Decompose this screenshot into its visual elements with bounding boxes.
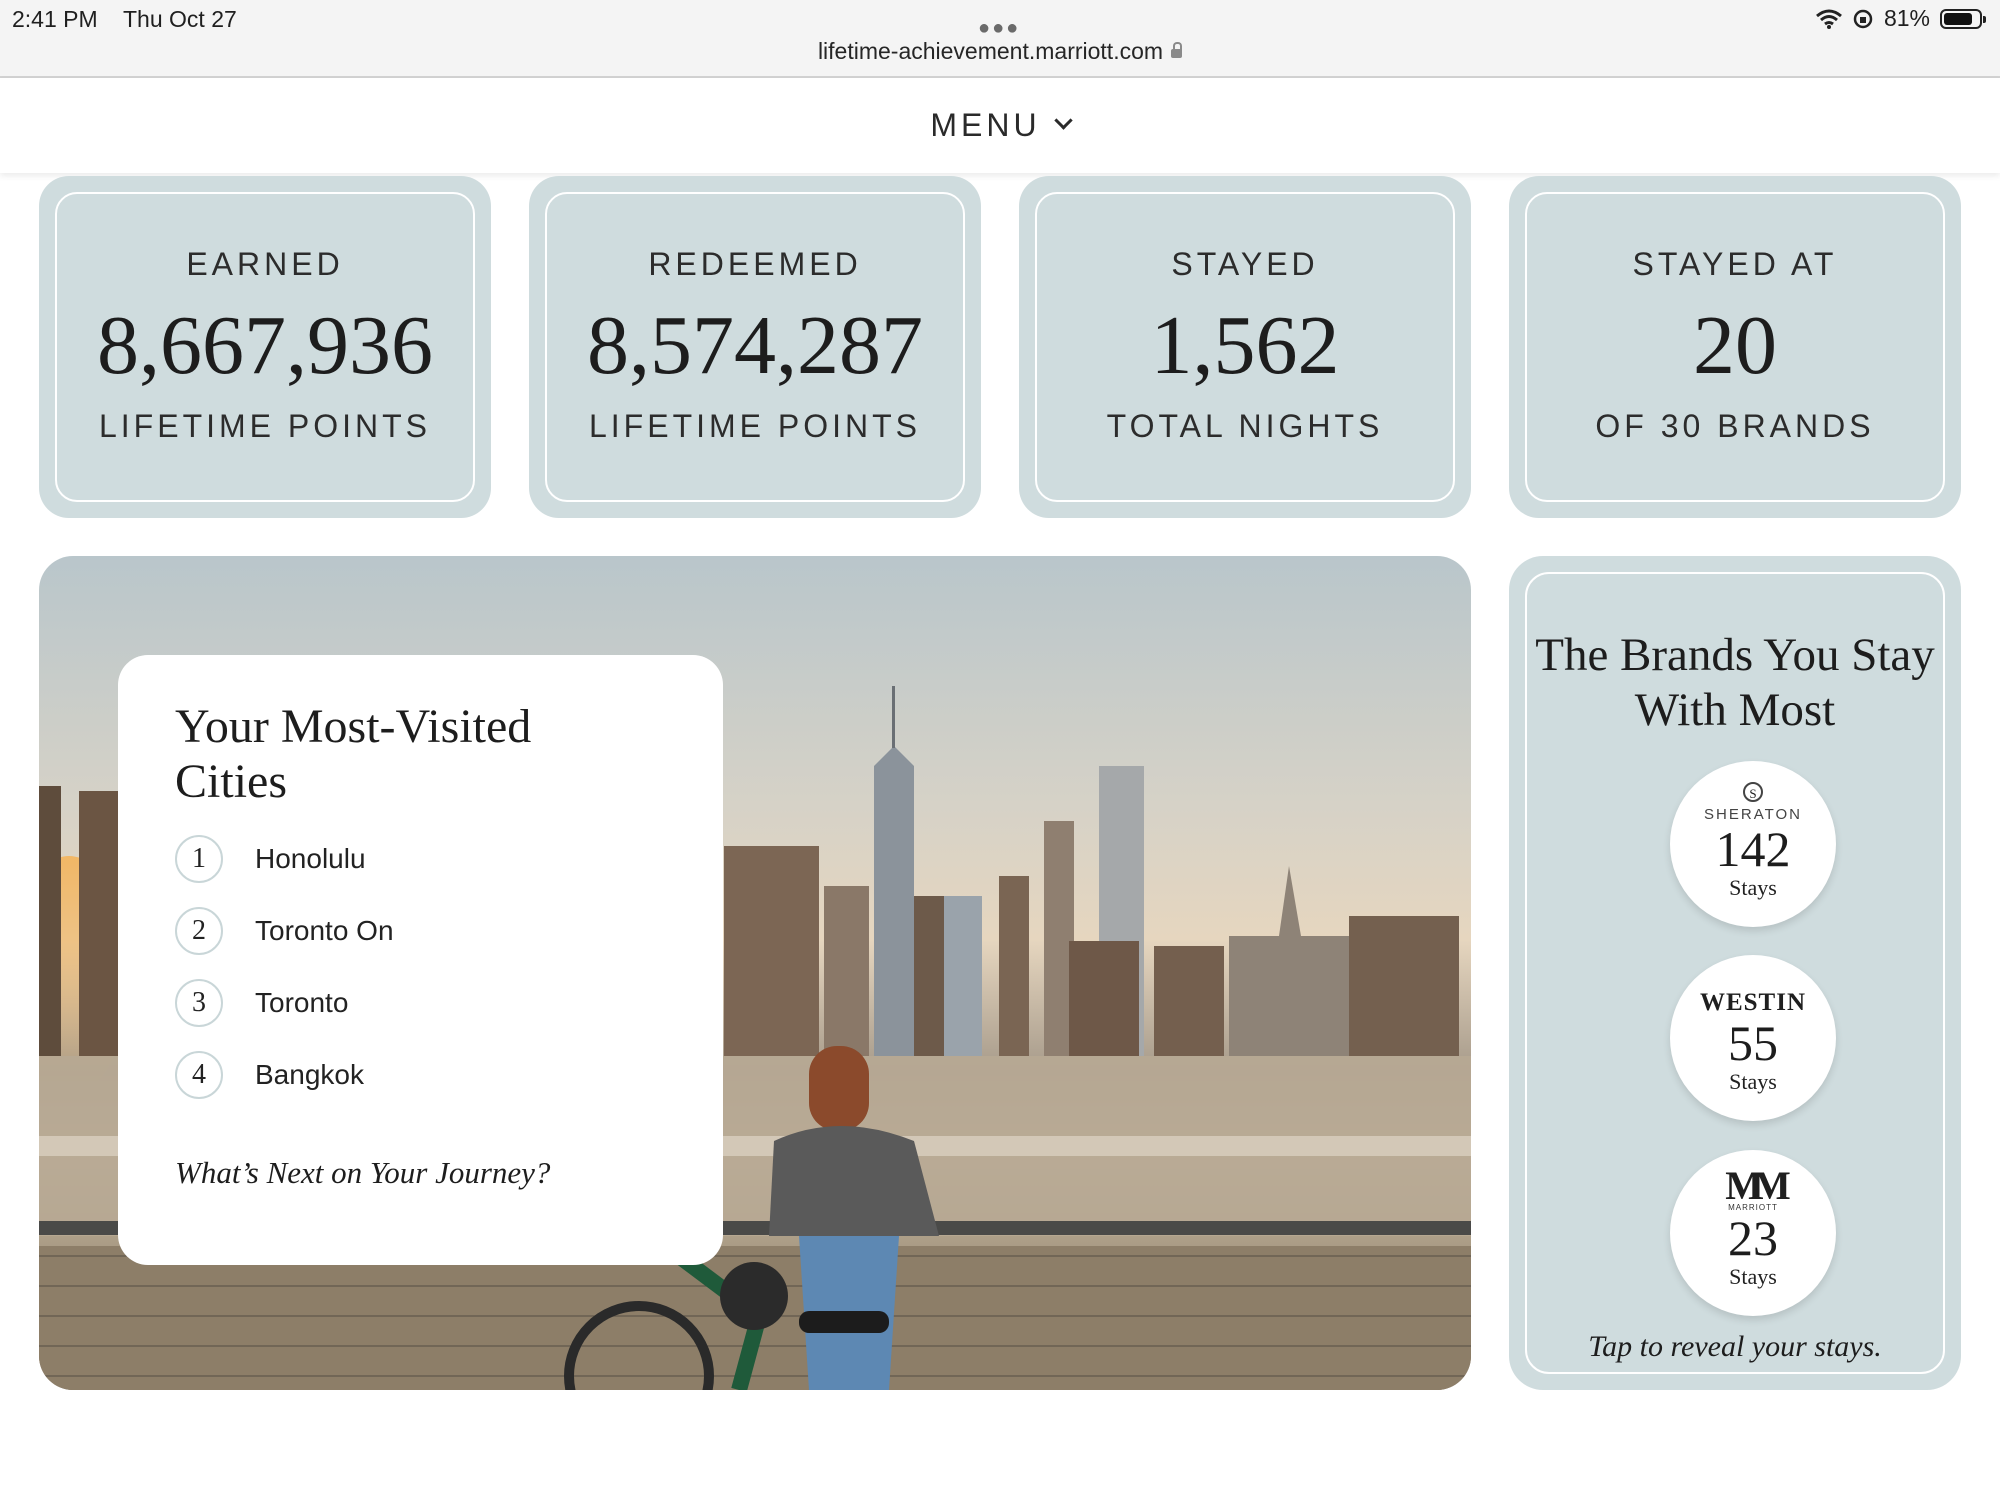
city-rank: 4 <box>175 1051 223 1099</box>
brand-stay-unit: Stays <box>1729 1264 1777 1289</box>
westin-logo: WESTIN <box>1700 981 1806 1017</box>
brand-stay-unit: Stays <box>1729 1069 1777 1094</box>
brand-name: WESTIN <box>1699 989 1807 1016</box>
brand-stay-count: 55 <box>1728 1015 1778 1071</box>
stat-value: 20 <box>1693 299 1777 392</box>
stat-value: 1,562 <box>1150 299 1340 392</box>
sheraton-logo: S SHERATON <box>1704 782 1802 823</box>
stat-card-brands: STAYED AT 20 OF 30 BRANDS <box>1509 176 1961 518</box>
most-visited-cities-card: Your Most-Visited Cities 1 Honolulu 2 To… <box>118 655 723 1265</box>
status-date: Thu Oct 27 <box>123 6 237 32</box>
lock-icon <box>1171 42 1183 58</box>
wifi-icon <box>1815 9 1842 29</box>
stat-label: STAYED AT <box>1632 246 1838 282</box>
brand-badge-marriott[interactable]: MM MARRIOTT 23 Stays <box>1670 1150 1836 1316</box>
marriott-logo: MM MARRIOTT <box>1725 1166 1790 1213</box>
brand-badge-sheraton[interactable]: S SHERATON 142 Stays <box>1670 761 1836 927</box>
brands-title: The Brands You Stay With Most <box>1535 629 1935 736</box>
stat-label: STAYED <box>1171 246 1319 282</box>
stat-card-redeemed: REDEEMED 8,574,287 LIFETIME POINTS <box>529 176 981 518</box>
address-bar[interactable]: lifetime-achievement.marriott.com <box>0 38 2000 65</box>
city-name: Bangkok <box>255 1059 364 1090</box>
stat-card-nights: STAYED 1,562 TOTAL NIGHTS <box>1019 176 1471 518</box>
sheraton-logo-icon: S <box>1743 782 1763 802</box>
city-rank: 3 <box>175 979 223 1027</box>
stat-caption: TOTAL NIGHTS <box>1106 408 1384 444</box>
city-item: 3 Toronto <box>175 979 348 1027</box>
status-indicators: 81% <box>1815 5 1986 32</box>
stat-card-earned: EARNED 8,667,936 LIFETIME POINTS <box>39 176 491 518</box>
marriott-logo-icon: MM <box>1725 1163 1790 1208</box>
city-item: 1 Honolulu <box>175 835 366 883</box>
whats-next-link[interactable]: What’s Next on Your Journey? <box>175 1155 550 1191</box>
url-text: lifetime-achievement.marriott.com <box>817 38 1164 64</box>
stat-caption: OF 30 BRANDS <box>1595 408 1875 444</box>
stat-label: REDEEMED <box>648 246 862 282</box>
city-rank: 2 <box>175 907 223 955</box>
city-item: 4 Bangkok <box>175 1051 364 1099</box>
status-time: 2:41 PM <box>12 6 98 32</box>
tap-to-reveal-hint: Tap to reveal your stays. <box>1588 1330 1882 1363</box>
brand-badge-westin[interactable]: WESTIN 55 Stays <box>1670 955 1836 1121</box>
menu-bar: MENU <box>0 78 2000 173</box>
city-name: Toronto On <box>255 915 394 946</box>
menu-button[interactable]: MENU <box>930 107 1073 144</box>
battery-percent: 81% <box>1883 5 1930 31</box>
city-name: Toronto <box>255 987 349 1018</box>
stat-value: 8,667,936 <box>97 299 433 392</box>
tab-grabber[interactable]: ●●● <box>978 17 1020 40</box>
orientation-lock-icon <box>1853 9 1873 28</box>
menu-label: MENU <box>930 107 1041 143</box>
brand-stay-count: 23 <box>1728 1210 1778 1266</box>
city-rank: 1 <box>175 835 223 883</box>
top-brands-panel: The Brands You Stay With Most S SHERATON… <box>1509 556 1961 1390</box>
stat-label: EARNED <box>186 246 344 282</box>
brand-stay-count: 142 <box>1715 821 1791 877</box>
battery-icon <box>1940 8 1986 29</box>
brand-stay-unit: Stays <box>1729 875 1777 900</box>
stat-caption: LIFETIME POINTS <box>98 408 432 444</box>
cities-title: Your Most-Visited Cities <box>175 700 532 808</box>
stat-caption: LIFETIME POINTS <box>588 408 922 444</box>
stat-value: 8,574,287 <box>587 299 923 392</box>
chevron-down-icon <box>1053 111 1073 130</box>
city-item: 2 Toronto On <box>175 907 394 955</box>
city-name: Honolulu <box>255 843 366 874</box>
browser-topbar: 2:41 PM Thu Oct 27 ●●● lifetime-achievem… <box>0 0 2000 78</box>
